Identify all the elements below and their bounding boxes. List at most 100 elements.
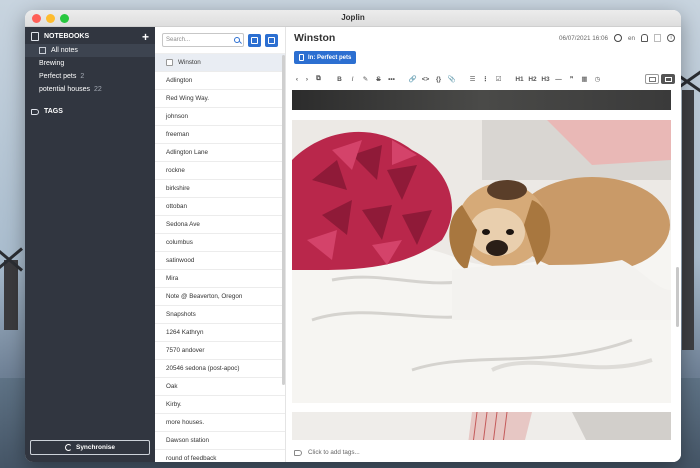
note-list-item[interactable]: Winston bbox=[155, 54, 285, 72]
note-list-item[interactable]: Adlington Lane bbox=[155, 144, 285, 162]
note-list-item[interactable]: Mira bbox=[155, 270, 285, 288]
link-button[interactable]: 🔗 bbox=[406, 73, 419, 85]
search-icon[interactable] bbox=[234, 37, 240, 43]
numbered-list-button[interactable]: ⋮ bbox=[479, 73, 492, 85]
note-list-item[interactable]: Red Wing Way. bbox=[155, 90, 285, 108]
code-block-button[interactable]: {} bbox=[432, 73, 445, 85]
note-list-toolbar: Search... bbox=[155, 27, 285, 54]
italic-button[interactable]: I bbox=[346, 73, 359, 85]
note-list-item[interactable]: Sedona Ave bbox=[155, 216, 285, 234]
note-title-label: 20546 sedona (post-apoc) bbox=[166, 365, 240, 372]
note-title-label: Oak bbox=[166, 383, 178, 390]
split-view-icon bbox=[648, 76, 656, 82]
more-formatting-button[interactable]: ••• bbox=[385, 73, 398, 85]
note-list-item[interactable]: Adlington bbox=[155, 72, 285, 90]
new-todo-button[interactable] bbox=[248, 33, 261, 47]
editor-toolbar: ‹ › ⧉ B I ✎ S ••• 🔗 <> {} 📎 ☰ ⋮ ☑ H1 H2 … bbox=[292, 72, 675, 86]
highlight-button[interactable]: ✎ bbox=[359, 73, 372, 85]
insert-time-button[interactable]: ◷ bbox=[591, 73, 604, 85]
note-list-item[interactable]: johnson bbox=[155, 108, 285, 126]
note-list-item[interactable]: round of feedback bbox=[155, 450, 285, 462]
sidebar-item-all-notes[interactable]: All notes bbox=[25, 44, 155, 57]
note-list-item[interactable]: Kirby. bbox=[155, 396, 285, 414]
sidebar-item-brewing[interactable]: Brewing bbox=[25, 57, 155, 70]
note-list-item[interactable]: freeman bbox=[155, 126, 285, 144]
new-note-button[interactable] bbox=[265, 33, 278, 47]
sync-icon bbox=[64, 444, 72, 451]
forward-button[interactable]: › bbox=[302, 73, 312, 85]
note-list: Search... Winston Adlington Red Wing Way. j… bbox=[155, 27, 286, 462]
note-list-item[interactable]: birkshire bbox=[155, 180, 285, 198]
note-title-label: freeman bbox=[166, 131, 190, 138]
table-button[interactable]: ▦ bbox=[578, 73, 591, 85]
note-list-item[interactable]: ottoban bbox=[155, 198, 285, 216]
tag-bar[interactable]: Click to add tags... bbox=[294, 449, 360, 456]
note-list-item[interactable]: 7570 andover bbox=[155, 342, 285, 360]
all-notes-icon bbox=[39, 47, 46, 54]
note-body[interactable] bbox=[292, 90, 673, 440]
windmill-left bbox=[0, 200, 26, 468]
sidebar-item-perfect-pets[interactable]: Perfect pets 2 bbox=[25, 70, 155, 83]
bold-button[interactable]: B bbox=[333, 73, 346, 85]
tag-icon bbox=[294, 449, 302, 456]
note-title-label: Adlington bbox=[166, 77, 193, 84]
notebooks-header[interactable]: NOTEBOOKS + bbox=[25, 27, 155, 44]
add-tags-placeholder[interactable]: Click to add tags... bbox=[308, 449, 360, 456]
notebook-icon bbox=[31, 32, 39, 41]
note-list-scrollbar[interactable] bbox=[282, 55, 285, 385]
external-edit-button[interactable]: ⧉ bbox=[312, 73, 325, 85]
tags-header[interactable]: TAGS bbox=[25, 96, 155, 115]
title-bar: Joplin bbox=[25, 10, 681, 27]
tags-label: TAGS bbox=[44, 108, 63, 115]
heading2-button[interactable]: H2 bbox=[526, 73, 539, 85]
note-title-label: Winston bbox=[178, 59, 201, 66]
toggle-rich-text-button[interactable] bbox=[661, 74, 675, 84]
sidebar-item-label: All notes bbox=[51, 47, 78, 54]
add-notebook-button[interactable]: + bbox=[142, 31, 149, 43]
note-list-item[interactable]: 1264 Kathryn bbox=[155, 324, 285, 342]
sidebar-item-label: Brewing bbox=[39, 60, 65, 67]
globe-icon[interactable] bbox=[613, 34, 622, 42]
back-button[interactable]: ‹ bbox=[292, 73, 302, 85]
heading1-button[interactable]: H1 bbox=[513, 73, 526, 85]
note-title-label: Sedona Ave bbox=[166, 221, 200, 228]
note-list-item[interactable]: rockne bbox=[155, 162, 285, 180]
tag-icon bbox=[31, 108, 39, 115]
note-list-item[interactable]: Dawson station bbox=[155, 432, 285, 450]
alarm-icon[interactable] bbox=[641, 34, 648, 42]
language-label[interactable]: en bbox=[628, 35, 635, 42]
note-properties-icon[interactable] bbox=[654, 34, 661, 42]
notebook-badge[interactable]: In: Perfect pets bbox=[294, 51, 357, 64]
note-list-item[interactable]: satinwood bbox=[155, 252, 285, 270]
note-list-item[interactable]: more houses. bbox=[155, 414, 285, 432]
bulleted-list-button[interactable]: ☰ bbox=[466, 73, 479, 85]
blockquote-button[interactable]: ❞ bbox=[565, 73, 578, 85]
heading3-button[interactable]: H3 bbox=[539, 73, 552, 85]
note-title-label: birkshire bbox=[166, 185, 190, 192]
windmill-right bbox=[672, 60, 700, 468]
horizontal-rule-button[interactable]: — bbox=[552, 73, 565, 85]
note-title[interactable]: Winston bbox=[294, 32, 335, 44]
todo-checkbox[interactable] bbox=[166, 59, 173, 66]
attach-file-button[interactable]: 📎 bbox=[445, 73, 458, 85]
note-list-item[interactable]: columbus bbox=[155, 234, 285, 252]
note-editor: Winston 06/07/2021 16:06 en i In: Perfec… bbox=[286, 27, 681, 462]
synchronise-button[interactable]: Synchronise bbox=[30, 440, 150, 455]
notebook-count: 2 bbox=[80, 73, 85, 80]
checklist-button[interactable]: ☑ bbox=[492, 73, 505, 85]
sidebar-item-potential-houses[interactable]: potential houses 22 bbox=[25, 83, 155, 96]
note-title-label: johnson bbox=[166, 113, 189, 120]
toggle-editor-view-button[interactable] bbox=[645, 74, 659, 84]
search-input[interactable]: Search... bbox=[162, 33, 244, 47]
note-list-item[interactable]: Oak bbox=[155, 378, 285, 396]
info-icon[interactable]: i bbox=[667, 34, 675, 42]
note-title-label: Dawson station bbox=[166, 437, 210, 444]
note-list-item[interactable]: Snapshots bbox=[155, 306, 285, 324]
note-list-item[interactable]: Note @ Beaverton, Oregon bbox=[155, 288, 285, 306]
editor-scrollbar[interactable] bbox=[676, 267, 679, 327]
note-title-label: ottoban bbox=[166, 203, 188, 210]
strikethrough-button[interactable]: S bbox=[372, 73, 385, 85]
inline-code-button[interactable]: <> bbox=[419, 73, 432, 85]
note-title-label: round of feedback bbox=[166, 455, 217, 462]
note-list-item[interactable]: 20546 sedona (post-apoc) bbox=[155, 360, 285, 378]
